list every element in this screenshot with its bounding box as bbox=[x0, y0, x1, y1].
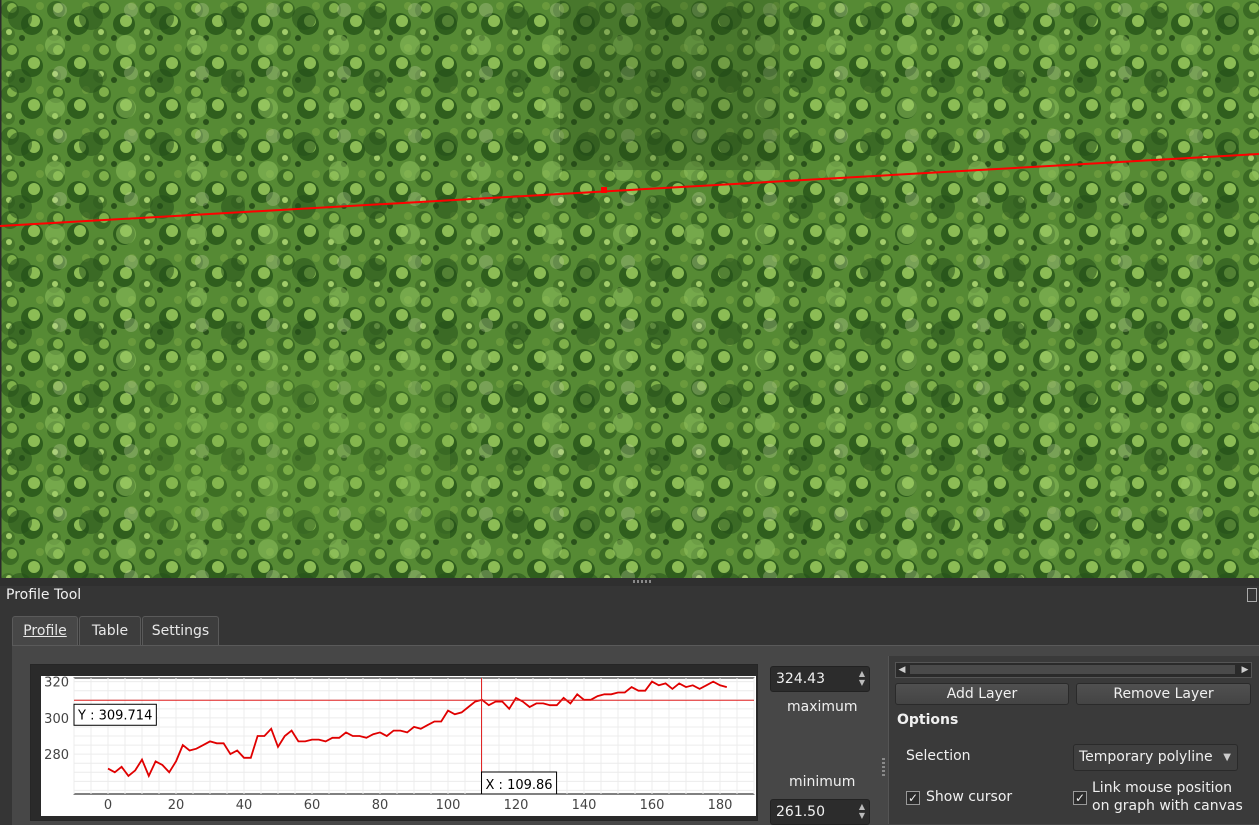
check-icon: ✓ bbox=[1074, 791, 1086, 805]
maximum-spinbox[interactable]: 324.43 ▲ ▼ bbox=[770, 666, 870, 692]
profile-chart[interactable]: 280 300 320 0 20 40 60 80 100 120 140 160 180 Y : 3… bbox=[41, 676, 756, 816]
scroll-right-icon[interactable]: ▶ bbox=[1239, 663, 1251, 677]
minimum-value: 261.50 bbox=[776, 804, 825, 820]
dock-splitter[interactable] bbox=[0, 578, 1259, 586]
tab-settings-label: Settings bbox=[151, 623, 210, 639]
minimum-label: minimum bbox=[789, 774, 856, 790]
options-heading: Options bbox=[897, 712, 959, 728]
tab-profile-label: Profile bbox=[23, 623, 67, 639]
x-tick-label: 180 bbox=[708, 798, 733, 813]
cursor-y-readout: Y : 309.714 bbox=[73, 703, 157, 726]
link-mouse-label-line2: on graph with canvas bbox=[1092, 798, 1243, 814]
y-tick-label: 320 bbox=[44, 676, 69, 691]
chevron-down-icon: ▼ bbox=[1223, 752, 1231, 763]
layers-scrollbar[interactable]: ◀ ▶ bbox=[895, 662, 1252, 678]
spin-arrows-icon[interactable]: ▲ ▼ bbox=[859, 802, 865, 820]
selection-label: Selection bbox=[906, 748, 971, 764]
selection-combobox[interactable]: Temporary polyline ▼ bbox=[1073, 744, 1238, 771]
link-mouse-label-line1: Link mouse position bbox=[1092, 780, 1233, 796]
scroll-left-icon[interactable]: ◀ bbox=[896, 663, 908, 677]
chart-y-ticks: 280 300 320 bbox=[44, 676, 69, 763]
spin-arrows-icon[interactable]: ▲ ▼ bbox=[859, 669, 865, 687]
show-cursor-label: Show cursor bbox=[926, 789, 1013, 805]
maximum-label: maximum bbox=[787, 699, 858, 715]
show-cursor-checkbox[interactable]: ✓ bbox=[906, 791, 920, 805]
x-tick-label: 100 bbox=[436, 798, 461, 813]
cursor-y-text: Y : 309.714 bbox=[77, 708, 152, 723]
x-tick-label: 140 bbox=[572, 798, 597, 813]
chart-grid bbox=[73, 678, 755, 794]
y-tick-label: 300 bbox=[44, 712, 69, 727]
vertical-splitter-grip-icon[interactable] bbox=[882, 758, 885, 776]
y-tick-label: 280 bbox=[44, 748, 69, 763]
add-layer-button[interactable]: Add Layer bbox=[895, 683, 1069, 705]
check-icon: ✓ bbox=[907, 791, 919, 805]
cursor-x-readout: X : 109.86 bbox=[481, 771, 558, 795]
tab-settings[interactable]: Settings bbox=[142, 616, 219, 645]
tab-table[interactable]: Table bbox=[79, 616, 141, 645]
x-tick-label: 120 bbox=[504, 798, 529, 813]
maximum-value: 324.43 bbox=[776, 671, 825, 687]
x-tick-label: 40 bbox=[236, 798, 253, 813]
tab-profile[interactable]: Profile bbox=[12, 616, 78, 647]
x-tick-label: 20 bbox=[168, 798, 185, 813]
x-tick-label: 0 bbox=[104, 798, 112, 813]
x-tick-label: 80 bbox=[372, 798, 389, 813]
panel-title: Profile Tool bbox=[6, 587, 82, 603]
selection-value: Temporary polyline bbox=[1079, 749, 1213, 765]
profile-cursor-marker bbox=[601, 187, 607, 193]
tab-table-label: Table bbox=[91, 623, 129, 639]
float-panel-icon[interactable] bbox=[1247, 588, 1257, 602]
x-tick-label: 160 bbox=[640, 798, 665, 813]
cursor-x-text: X : 109.86 bbox=[486, 778, 553, 793]
minimum-spinbox[interactable]: 261.50 ▲ ▼ bbox=[770, 799, 870, 825]
link-mouse-checkbox[interactable]: ✓ bbox=[1073, 791, 1087, 805]
map-canvas[interactable] bbox=[0, 0, 1259, 578]
splitter-grip-icon[interactable] bbox=[633, 580, 653, 583]
scrollbar-handle[interactable] bbox=[910, 665, 1235, 674]
remove-layer-button[interactable]: Remove Layer bbox=[1076, 683, 1251, 705]
aerial-imagery bbox=[0, 0, 1259, 578]
x-tick-label: 60 bbox=[304, 798, 321, 813]
